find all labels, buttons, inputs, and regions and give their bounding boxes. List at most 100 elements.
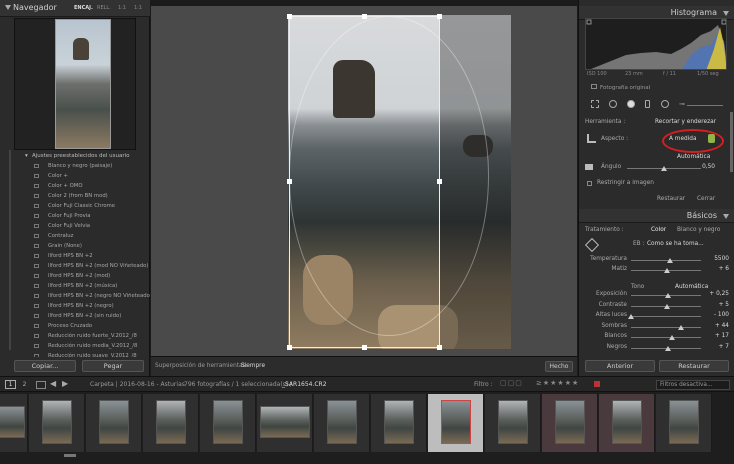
slider-value[interactable]: + 0,25 [689,291,729,297]
collapse-triangle-icon[interactable] [723,214,729,219]
crop-handle[interactable] [287,345,292,350]
navigator-header[interactable]: Navegador ENCAJ. RELL. 1:1 1:1 [0,0,150,17]
preset-item[interactable]: Color Fuji Provia [14,212,148,222]
brush-icon[interactable]: ⊸ [679,100,687,108]
slider-value[interactable]: 5500 [689,256,729,262]
copy-button[interactable]: Copiar... [14,360,76,372]
forward-arrow-icon[interactable]: ▶ [62,379,68,388]
previous-button[interactable]: Anterior [585,360,655,372]
slider-knob[interactable] [664,268,671,273]
crop-frame[interactable] [287,14,442,350]
folder-expand-icon[interactable]: ▾ [25,153,28,159]
preset-item[interactable]: Grain (None) [14,242,148,252]
color-label-filter-icon[interactable] [594,381,600,387]
preset-item[interactable]: Color + OMO [14,182,148,192]
preset-item[interactable]: Ilford HPS BN +2 (negro) [14,302,148,312]
crop-handle[interactable] [437,14,442,19]
preset-item[interactable]: Reducción ruido suave_V.2012_/8 [14,352,148,357]
treatment-color[interactable]: Color [651,227,666,233]
preset-item[interactable]: Ilford HPS BN +2 (mod NO Viñeteado) [14,262,148,272]
back-arrow-icon[interactable]: ◀ [50,379,56,388]
angle-slider-knob[interactable] [661,166,667,171]
tone-auto-button[interactable]: Automática [675,284,708,290]
done-button[interactable]: Hecho [545,361,573,372]
straighten-tool-icon[interactable] [585,164,593,170]
crop-handle[interactable] [287,14,292,19]
preset-item[interactable]: Color Fuji Classic Chrome [14,202,148,212]
current-filename[interactable]: _SAR1654.CR2 [282,381,327,388]
preset-item[interactable]: Ilford HPS BN +2 (sin ruido) [14,312,148,322]
slider-value[interactable]: + 17 [689,333,729,339]
navigator-zoom-1to1[interactable]: 1:1 [118,5,126,11]
angle-value[interactable]: 0,50 [689,164,715,170]
page-2-button[interactable]: 2 [19,380,30,389]
grid-view-icon[interactable] [36,381,46,389]
slider-knob[interactable] [664,303,671,309]
treatment-bw[interactable]: Blanco y negro [677,227,720,233]
slider-value[interactable]: + 5 [689,302,729,308]
filmstrip-cell[interactable] [428,394,484,452]
page-1-button[interactable]: 1 [5,380,16,389]
preset-item[interactable]: Reducción ruido media_V.2012_/8 [14,342,148,352]
navigator-zoom-fill[interactable]: RELL. [97,5,111,11]
navigator-zoom-custom[interactable]: 1:1 [134,5,142,11]
filmstrip-cell[interactable] [485,394,541,452]
slider-value[interactable]: - 100 [689,312,729,318]
crop-reset-button[interactable]: Restaurar [657,196,685,202]
crop-handle[interactable] [287,179,292,184]
auto-straighten-button[interactable]: Automática [677,154,710,160]
crop-tool-icon[interactable] [591,100,599,108]
wb-select[interactable]: Como se ha toma... [647,241,704,247]
slider-value[interactable]: + 6 [689,266,729,272]
filmstrip-cell[interactable] [200,394,256,452]
presets-scrollbar[interactable] [9,150,11,350]
filter-select[interactable]: Filtros desactiva... [656,380,730,390]
filmstrip-cell[interactable] [656,394,712,452]
slider-knob[interactable] [678,324,685,330]
filmstrip-cell[interactable] [314,394,370,452]
preset-item[interactable]: Ilford HPS BN +2 (negro NO Viñeteado) [14,292,150,302]
slider-knob[interactable] [668,335,675,340]
preset-item[interactable]: Color 2 (from BN mod) [14,192,148,202]
filmstrip-cell[interactable] [86,394,142,452]
filmstrip-cell[interactable] [371,394,427,452]
slider-knob[interactable] [628,314,634,319]
flag-filter-icons[interactable]: ▢▢▢ [500,379,523,387]
red-eye-icon[interactable] [627,100,635,108]
spot-removal-icon[interactable] [609,100,617,108]
preset-item[interactable]: Reducción ruido fuerte_V.2012_/8 [14,332,148,342]
filmstrip-scrollbar[interactable] [64,454,76,457]
overlay-select[interactable]: Siempre [241,363,265,369]
constrain-checkbox[interactable] [587,181,592,186]
filmstrip-cell[interactable] [599,394,655,452]
preset-item[interactable]: Ilford HPS BN +2 (música) [14,282,148,292]
slider-value[interactable]: + 7 [689,344,729,350]
brush-size-slider[interactable] [687,105,723,106]
preset-item[interactable]: Proceso Cruzado [14,322,148,332]
navigator-preview[interactable] [14,18,136,150]
filmstrip-cell[interactable]: 2 [0,394,28,452]
right-panel-scrollbar[interactable] [730,112,733,172]
slider-value[interactable]: + 44 [689,323,729,329]
filmstrip-cell[interactable] [143,394,199,452]
collapse-triangle-icon[interactable] [5,5,11,10]
graduated-filter-icon[interactable] [645,100,650,108]
crop-handle[interactable] [437,345,442,350]
navigator-zoom-fit[interactable]: ENCAJ. [74,5,93,11]
eyedropper-icon[interactable] [584,237,600,253]
crop-handle[interactable] [437,179,442,184]
crop-handle[interactable] [362,14,367,19]
star-rating-filter-icon[interactable]: ≥★★★★★ [536,379,579,387]
filmstrip-cell[interactable] [29,394,85,452]
crop-handle[interactable] [362,345,367,350]
slider-knob[interactable] [665,293,672,298]
crop-close-button[interactable]: Cerrar [697,196,715,202]
slider-knob[interactable] [666,258,673,263]
collapse-triangle-icon[interactable] [723,11,729,16]
filmstrip-cell[interactable] [257,394,313,452]
preset-item[interactable]: Blanco y negro (paisaje) [14,162,148,172]
paste-button[interactable]: Pegar [82,360,144,372]
preset-item[interactable]: Ilford HPS BN +2 (mod) [14,272,148,282]
preset-item[interactable]: Color Fuji Velvia [14,222,148,232]
preset-item[interactable]: Ilford HPS BN +2 [14,252,148,262]
